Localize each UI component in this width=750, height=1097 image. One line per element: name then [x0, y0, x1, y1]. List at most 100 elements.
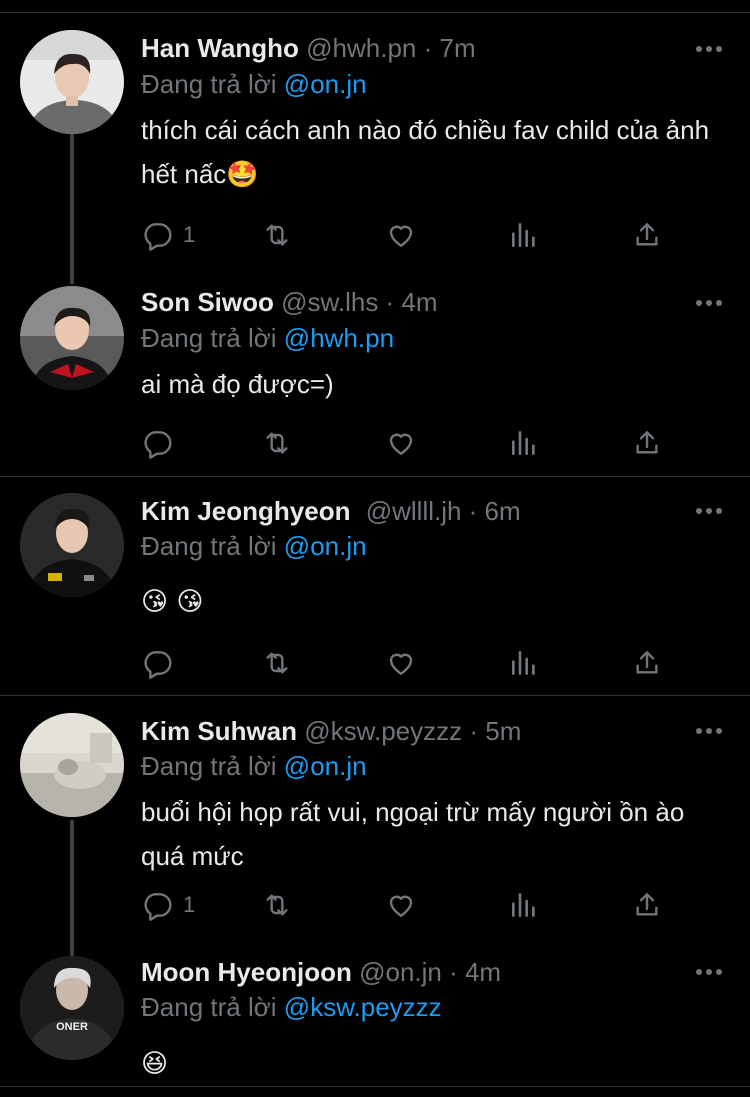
like-icon — [389, 653, 413, 675]
display-name[interactable]: Son Siwoo — [141, 287, 274, 317]
tweet-header: Han Wangho @hwh.pn · 7m — [141, 28, 476, 68]
retweet-icon — [266, 432, 288, 454]
retweet-button[interactable] — [261, 215, 293, 255]
like-icon — [389, 433, 413, 455]
share-icon — [636, 223, 658, 246]
tweet-divider — [0, 1086, 750, 1087]
analytics-icon — [512, 431, 535, 455]
tweet-text: 😘 😘 — [141, 587, 204, 617]
replying-label: Đang trả lời — [141, 992, 277, 1022]
more-icon[interactable] — [696, 727, 722, 735]
reply-icon — [144, 223, 172, 251]
analytics-icon — [512, 223, 535, 247]
avatar[interactable] — [20, 493, 124, 597]
replying-label: Đang trả lời — [141, 69, 277, 99]
replying-label: Đang trả lời — [141, 531, 277, 561]
tweet[interactable]: Son Siwoo @sw.lhs · 4m Đang trả lời @hwh… — [0, 286, 750, 476]
handle-time: @on.jn · 4m — [359, 957, 502, 987]
tweet-text: buổi hội họp rất vui, ngoại trừ mấy ngườ… — [141, 797, 685, 871]
retweet-icon — [266, 894, 288, 916]
tweet-header: Son Siwoo @sw.lhs · 4m — [141, 282, 438, 322]
reply-button[interactable] — [141, 423, 173, 463]
avatar[interactable] — [20, 30, 124, 134]
analytics-button[interactable] — [508, 215, 540, 255]
analytics-button[interactable] — [508, 423, 540, 463]
mention-link[interactable]: @on.jn — [284, 531, 367, 561]
share-button[interactable] — [631, 643, 663, 683]
display-name[interactable]: Kim Suhwan — [141, 716, 297, 746]
avatar[interactable]: ONER — [20, 956, 124, 1060]
tweet[interactable]: Han Wangho @hwh.pn · 7m Đang trả lời @on… — [0, 30, 750, 270]
reply-icon — [144, 651, 172, 679]
like-button[interactable] — [385, 215, 417, 255]
like-icon — [389, 225, 413, 247]
analytics-icon — [512, 651, 535, 675]
tweet-header: Kim Suhwan @ksw.peyzzz · 5m — [141, 711, 521, 751]
analytics-button[interactable] — [508, 885, 540, 925]
replying-to: Đang trả lời @on.jn — [141, 746, 367, 786]
share-button[interactable] — [631, 423, 663, 463]
action-bar — [141, 643, 671, 683]
mention-link[interactable]: @on.jn — [284, 69, 367, 99]
share-button[interactable] — [631, 885, 663, 925]
more-icon[interactable] — [696, 968, 722, 976]
display-name[interactable]: Han Wangho — [141, 33, 299, 63]
retweet-button[interactable] — [261, 643, 293, 683]
handle-time: @sw.lhs · 4m — [281, 287, 438, 317]
retweet-icon — [266, 652, 288, 674]
reply-icon — [144, 893, 172, 921]
replying-to: Đang trả lời @hwh.pn — [141, 318, 394, 358]
analytics-button[interactable] — [508, 643, 540, 683]
avatar-photo — [20, 30, 124, 134]
avatar-photo — [20, 493, 124, 597]
action-bar — [141, 423, 671, 463]
avatar-photo — [20, 286, 124, 390]
like-icon — [389, 895, 413, 917]
analytics-icon — [512, 893, 535, 917]
retweet-button[interactable] — [261, 423, 293, 463]
replying-to: Đang trả lời @on.jn — [141, 526, 367, 566]
like-button[interactable] — [385, 423, 417, 463]
avatar-photo — [20, 713, 124, 817]
like-button[interactable] — [385, 885, 417, 925]
action-bar: 1 — [141, 885, 671, 925]
reply-button[interactable]: 1 — [141, 215, 195, 255]
replying-to: Đang trả lời @on.jn — [141, 64, 367, 104]
tweet[interactable]: Kim Jeonghyeon @wllll.jh · 6m Đang trả l… — [0, 493, 750, 693]
mention-link[interactable]: @ksw.peyzzz — [284, 992, 442, 1022]
mention-link[interactable]: @hwh.pn — [284, 323, 394, 353]
tweet-text: thích cái cách anh nào đó chiều fav chil… — [141, 115, 710, 189]
avatar[interactable] — [20, 286, 124, 390]
more-icon[interactable] — [696, 507, 722, 515]
tweet[interactable]: ONER Moon Hyeonjoon @on.jn · 4m Đang trả… — [0, 956, 750, 1097]
action-bar: 1 — [141, 215, 671, 255]
retweet-button[interactable] — [261, 885, 293, 925]
tweet[interactable]: Kim Suhwan @ksw.peyzzz · 5m Đang trả lời… — [0, 713, 750, 943]
display-name[interactable]: Moon Hyeonjoon — [141, 957, 352, 987]
top-divider — [0, 0, 750, 13]
mention-link[interactable]: @on.jn — [284, 751, 367, 781]
avatar-photo: ONER — [20, 956, 124, 1060]
handle-time: @wllll.jh · 6m — [365, 496, 521, 526]
like-button[interactable] — [385, 643, 417, 683]
avatar[interactable] — [20, 713, 124, 817]
tweet-header: Kim Jeonghyeon @wllll.jh · 6m — [141, 491, 521, 531]
share-icon — [636, 893, 658, 916]
tweet-text: 😆 — [141, 1049, 169, 1079]
share-button[interactable] — [631, 215, 663, 255]
reply-button[interactable]: 1 — [141, 885, 195, 925]
tweet-header: Moon Hyeonjoon @on.jn · 4m — [141, 952, 501, 992]
tweet-divider — [0, 695, 750, 696]
share-icon — [636, 651, 658, 674]
display-name[interactable]: Kim Jeonghyeon — [141, 496, 350, 526]
share-icon — [636, 431, 658, 454]
reply-count: 1 — [183, 892, 196, 917]
reply-button[interactable] — [141, 643, 173, 683]
avatar-jersey-text: ONER — [56, 1021, 88, 1033]
retweet-icon — [266, 224, 288, 246]
handle-time: @hwh.pn · 7m — [306, 33, 476, 63]
tweet-text: ai mà đọ được=) — [141, 369, 334, 399]
replying-label: Đang trả lời — [141, 751, 277, 781]
more-icon[interactable] — [696, 45, 722, 53]
more-icon[interactable] — [696, 299, 722, 307]
